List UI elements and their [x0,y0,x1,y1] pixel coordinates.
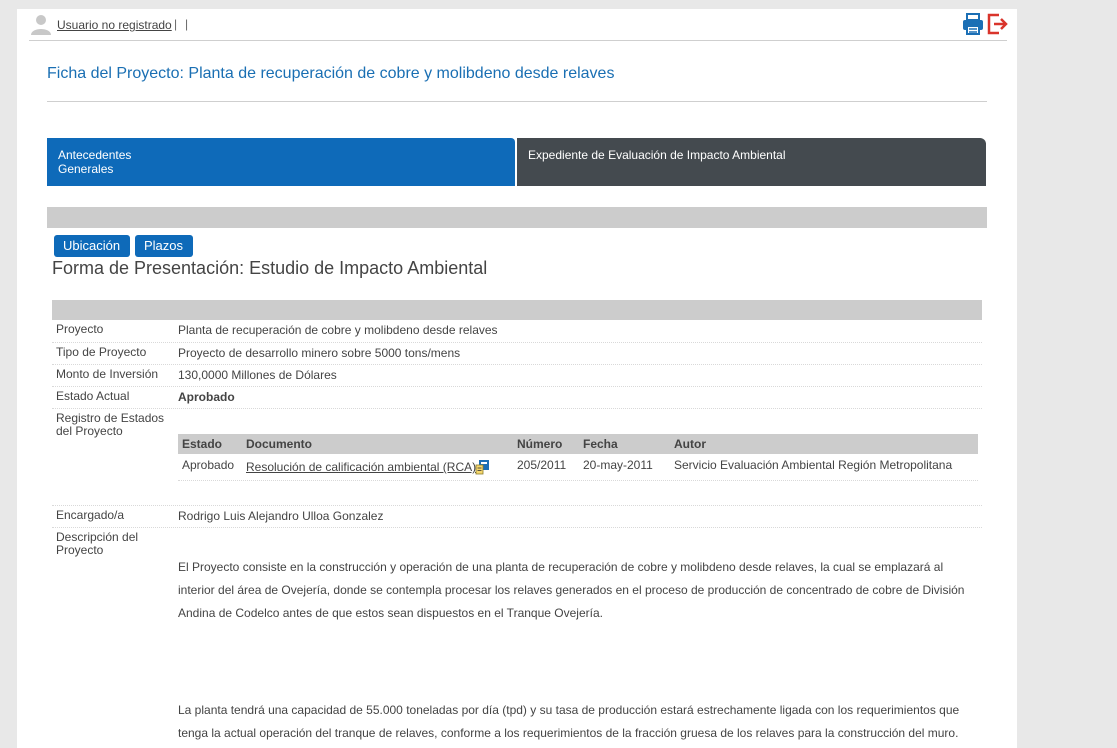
tab-antecedentes-generales[interactable]: Antecedentes Generales [47,138,515,186]
row-monto-inversion: Monto de Inversión 130,0000 Millones de … [52,365,982,387]
document-attachment-icon[interactable] [475,459,491,475]
table-row: Aprobado Resolución de calificación ambi… [178,456,978,481]
table-header-bar [52,300,982,320]
field-label-line: del Proyecto [56,424,123,438]
row-estado-actual: Estado Actual Aprobado [52,387,982,409]
tab-label-line: Antecedentes [58,148,132,162]
column-header: Estado [182,437,223,451]
separator: | [185,17,189,31]
field-label: Encargado/a [56,508,125,522]
section-bar [47,207,987,228]
row-tipo-proyecto: Tipo de Proyecto Proyecto de desarrollo … [52,343,982,365]
column-header: Autor [674,437,706,451]
field-label: Registro de Estados del Proyecto [56,412,168,438]
column-header: Número [517,437,563,451]
autor-cell: Servicio Evaluación Ambiental Región Met… [674,458,953,472]
separator: | [174,17,178,31]
page-title: Ficha del Proyecto: Planta de recuperaci… [47,65,615,82]
tab-label: Expediente de Evaluación de Impacto Ambi… [528,148,786,162]
field-label-line: Proyecto [56,543,104,557]
field-label: Tipo de Proyecto [56,345,147,359]
top-bar: Usuario no registrado | | [29,9,1009,41]
descripcion-paragraph: La planta tendrá una capacidad de 55.000… [178,703,960,740]
user-status-link[interactable]: Usuario no registrado [57,18,172,32]
column-header: Fecha [583,437,618,451]
plazos-button[interactable]: Plazos [135,235,193,257]
numero-cell: 205/2011 [517,458,567,472]
estados-table-header: Estado Documento Número Fecha Autor [178,434,978,454]
user-icon [31,15,51,35]
field-label: Proyecto [56,322,104,336]
column-header: Documento [246,437,312,451]
fecha-cell: 20-may-2011 [583,458,653,472]
divider [47,101,987,102]
descripcion-paragraph: El Proyecto consiste en la construcción … [178,560,965,620]
estado-cell: Aprobado [182,458,235,472]
row-encargado: Encargado/a Rodrigo Luis Alejandro Ulloa… [52,506,982,528]
print-icon[interactable] [961,12,985,36]
forma-presentacion-heading: Forma de Presentación: Estudio de Impact… [52,258,488,278]
field-value: 130,0000 Millones de Dólares [178,368,337,382]
field-label-line: Descripción del [56,530,139,544]
tab-expediente-evaluacion[interactable]: Expediente de Evaluación de Impacto Ambi… [517,138,986,186]
row-proyecto: Proyecto Planta de recuperación de cobre… [52,320,982,343]
tab-label: Antecedentes Generales [58,148,138,176]
field-value: Aprobado [178,390,235,404]
field-label: Descripción del Proyecto [56,531,168,557]
ubicacion-button[interactable]: Ubicación [54,235,130,257]
page: Usuario no registrado | | Ficha del Proy… [17,9,1017,748]
field-label-line: Registro de Estados [56,411,165,425]
field-label: Monto de Inversión [56,367,159,381]
tab-label-line: Generales [58,162,114,176]
field-value: Rodrigo Luis Alejandro Ulloa Gonzalez [178,509,384,523]
field-label: Estado Actual [56,389,130,403]
field-value: Planta de recuperación de cobre y molibd… [178,323,498,337]
documento-link[interactable]: Resolución de calificación ambiental (RC… [246,460,476,474]
field-value: Proyecto de desarrollo minero sobre 5000… [178,346,461,360]
exit-icon[interactable] [985,12,1009,36]
